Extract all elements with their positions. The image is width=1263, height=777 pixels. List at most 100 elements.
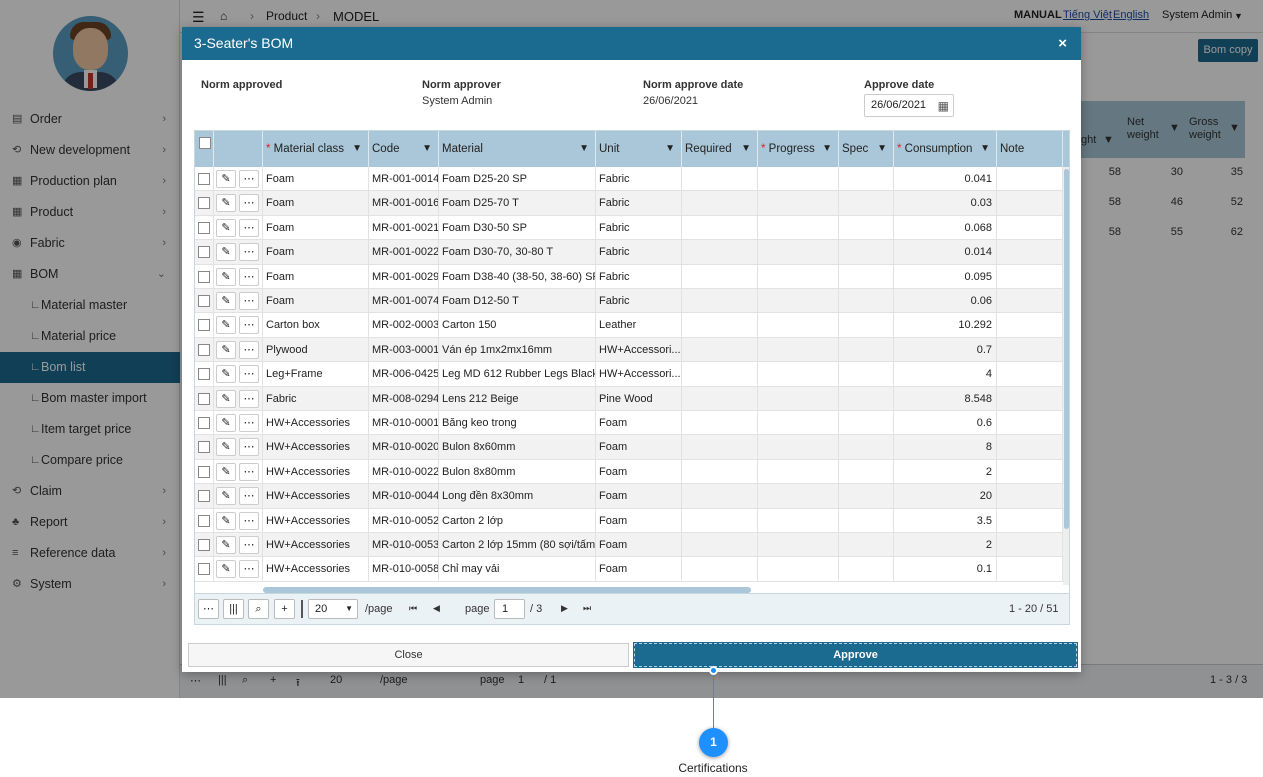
filter-icon[interactable]: ▼ (579, 131, 589, 167)
prev-page-icon[interactable]: ◀ (433, 603, 440, 614)
row-checkbox[interactable] (198, 417, 210, 429)
table-row[interactable]: ✎ ⋯ Carton box MR-002-0003 Carton 150 Leather… (195, 313, 1063, 338)
row-checkbox[interactable] (198, 490, 210, 503)
row-checkbox[interactable] (198, 563, 210, 576)
edit-icon[interactable]: ✎ (216, 462, 236, 481)
edit-icon[interactable]: ✎ (216, 365, 236, 384)
columns-icon[interactable]: ||| (223, 599, 244, 619)
table-row[interactable]: ✎ ⋯ HW+Accessories MR-010-0058 Chỉ may vải Fo… (195, 557, 1063, 582)
edit-icon[interactable]: ✎ (216, 487, 236, 506)
filter-icon[interactable]: ▼ (422, 131, 432, 167)
edit-icon[interactable]: ✎ (216, 389, 236, 408)
filter-icon[interactable]: ▼ (665, 131, 675, 167)
row-checkbox[interactable] (198, 465, 210, 478)
more-icon[interactable]: ⋯ (239, 462, 259, 481)
more-icon[interactable]: ⋯ (239, 292, 259, 310)
more-icon[interactable]: ⋯ (239, 487, 259, 506)
table-row[interactable]: ✎ ⋯ HW+Accessories MR-010-0022 Bulon 8x80mm F… (195, 459, 1063, 485)
row-checkbox[interactable] (198, 319, 210, 332)
edit-icon[interactable]: ✎ (216, 438, 236, 457)
first-page-icon[interactable]: ⏮ (409, 603, 417, 614)
filter-icon[interactable]: ▼ (877, 131, 887, 167)
more-icon[interactable]: ⋯ (239, 414, 259, 432)
table-row[interactable]: ✎ ⋯ HW+Accessories MR-010-0052 Carton 2 lớp F… (195, 508, 1063, 533)
calendar-icon[interactable]: ▦ (938, 96, 949, 117)
edit-icon[interactable]: ✎ (216, 536, 236, 554)
more-icon[interactable]: ⋯ (239, 170, 259, 188)
more-icon[interactable]: ⋯ (239, 340, 259, 359)
next-page-icon[interactable]: ▶ (561, 603, 568, 614)
table-row[interactable]: ✎ ⋯ Foam MR-001-0029 Foam D38-40 (38-50, 38-… (195, 264, 1063, 289)
table-row[interactable]: ✎ ⋯ Foam MR-001-0022 Foam D30-70, 30-80 T Fab… (195, 240, 1063, 265)
edit-icon[interactable]: ✎ (216, 340, 236, 359)
last-page-icon[interactable]: ⏭ (583, 603, 591, 614)
edit-icon[interactable]: ✎ (216, 194, 236, 213)
row-checkbox[interactable] (198, 246, 210, 259)
row-checkbox[interactable] (198, 441, 210, 454)
header-note[interactable]: Note (997, 131, 1063, 167)
edit-icon[interactable]: ✎ (216, 414, 236, 432)
more-icon[interactable]: ⋯ (239, 267, 259, 286)
table-row[interactable]: ✎ ⋯ HW+Accessories MR-010-0053 Carton 2 lớp … (195, 533, 1063, 558)
close-icon[interactable]: × (1058, 27, 1067, 60)
edit-icon[interactable]: ✎ (216, 511, 236, 530)
more-icon[interactable]: ⋯ (239, 560, 259, 579)
edit-icon[interactable]: ✎ (216, 218, 236, 237)
approve-button[interactable]: Approve (633, 642, 1078, 668)
edit-icon[interactable]: ✎ (216, 267, 236, 286)
search-icon[interactable]: ⌕ (248, 599, 269, 619)
more-icon[interactable]: ⋯ (239, 536, 259, 554)
table-row[interactable]: ✎ ⋯ HW+Accessories MR-010-0001 Băng keo tron… (195, 411, 1063, 436)
filter-icon[interactable]: ▼ (980, 131, 990, 167)
header-progress[interactable]: * Progress ▼ (758, 131, 839, 167)
table-row[interactable]: ✎ ⋯ Foam MR-001-0014 Foam D25-20 SP Fabric 0.0… (195, 167, 1063, 192)
row-checkbox[interactable] (198, 392, 210, 405)
table-row[interactable]: ✎ ⋯ Leg+Frame MR-006-0425 Leg MD 612 Rubber … (195, 362, 1063, 387)
row-checkbox[interactable] (198, 343, 210, 356)
header-spec[interactable]: Spec ▼ (839, 131, 894, 167)
more-icon[interactable]: ⋯ (198, 599, 219, 619)
table-row[interactable]: ✎ ⋯ Foam MR-001-0016 Foam D25-70 T Fabric 0.03 (195, 191, 1063, 216)
approve-date-field[interactable]: 26/06/2021 ▦ (864, 94, 954, 117)
header-select-all[interactable] (195, 131, 214, 167)
table-row[interactable]: ✎ ⋯ Fabric MR-008-0294 Lens 212 Beige Pine Wo… (195, 386, 1063, 411)
more-icon[interactable]: ⋯ (239, 194, 259, 213)
header-consumption[interactable]: * Consumption ▼ (894, 131, 997, 167)
edit-icon[interactable]: ✎ (216, 170, 236, 188)
add-icon[interactable]: + (274, 599, 295, 619)
edit-icon[interactable]: ✎ (216, 560, 236, 579)
edit-icon[interactable]: ✎ (216, 292, 236, 310)
row-checkbox[interactable] (198, 295, 210, 307)
more-icon[interactable]: ⋯ (239, 316, 259, 335)
page-input[interactable]: 1 (494, 599, 525, 619)
row-checkbox[interactable] (198, 197, 210, 210)
header-code[interactable]: Code ▼ (369, 131, 439, 167)
edit-icon[interactable]: ✎ (216, 316, 236, 335)
filter-icon[interactable]: ▼ (741, 131, 751, 167)
table-row[interactable]: ✎ ⋯ Foam MR-001-0074 Foam D12-50 T Fabric 0.06 (195, 289, 1063, 314)
row-checkbox[interactable] (198, 270, 210, 283)
header-required[interactable]: Required ▼ (682, 131, 758, 167)
filter-icon[interactable]: ▼ (822, 131, 832, 167)
close-button[interactable]: Close (188, 643, 629, 667)
edit-icon[interactable]: ✎ (216, 243, 236, 262)
table-row[interactable]: ✎ ⋯ HW+Accessories MR-010-0044 Long đền 8x30… (195, 484, 1063, 509)
more-icon[interactable]: ⋯ (239, 389, 259, 408)
row-checkbox[interactable] (198, 514, 210, 527)
row-checkbox[interactable] (198, 173, 210, 185)
header-material-class[interactable]: * Material class ▼ (263, 131, 369, 167)
vertical-scroll-thumb[interactable] (1064, 169, 1069, 529)
table-row[interactable]: ✎ ⋯ Plywood MR-003-0001 Ván ép 1mx2mx16mm HW+… (195, 337, 1063, 363)
table-row[interactable]: ✎ ⋯ Foam MR-001-0021 Foam D30-50 SP Fabric 0.0… (195, 215, 1063, 241)
row-checkbox[interactable] (198, 539, 210, 551)
header-material[interactable]: Material ▼ (439, 131, 596, 167)
filter-icon[interactable]: ▼ (352, 131, 362, 167)
more-icon[interactable]: ⋯ (239, 511, 259, 530)
more-icon[interactable]: ⋯ (239, 438, 259, 457)
more-icon[interactable]: ⋯ (239, 243, 259, 262)
row-checkbox[interactable] (198, 368, 210, 381)
table-row[interactable]: ✎ ⋯ HW+Accessories MR-010-0020 Bulon 8x60mm F… (195, 435, 1063, 460)
row-checkbox[interactable] (198, 221, 210, 234)
more-icon[interactable]: ⋯ (239, 365, 259, 384)
more-icon[interactable]: ⋯ (239, 218, 259, 237)
